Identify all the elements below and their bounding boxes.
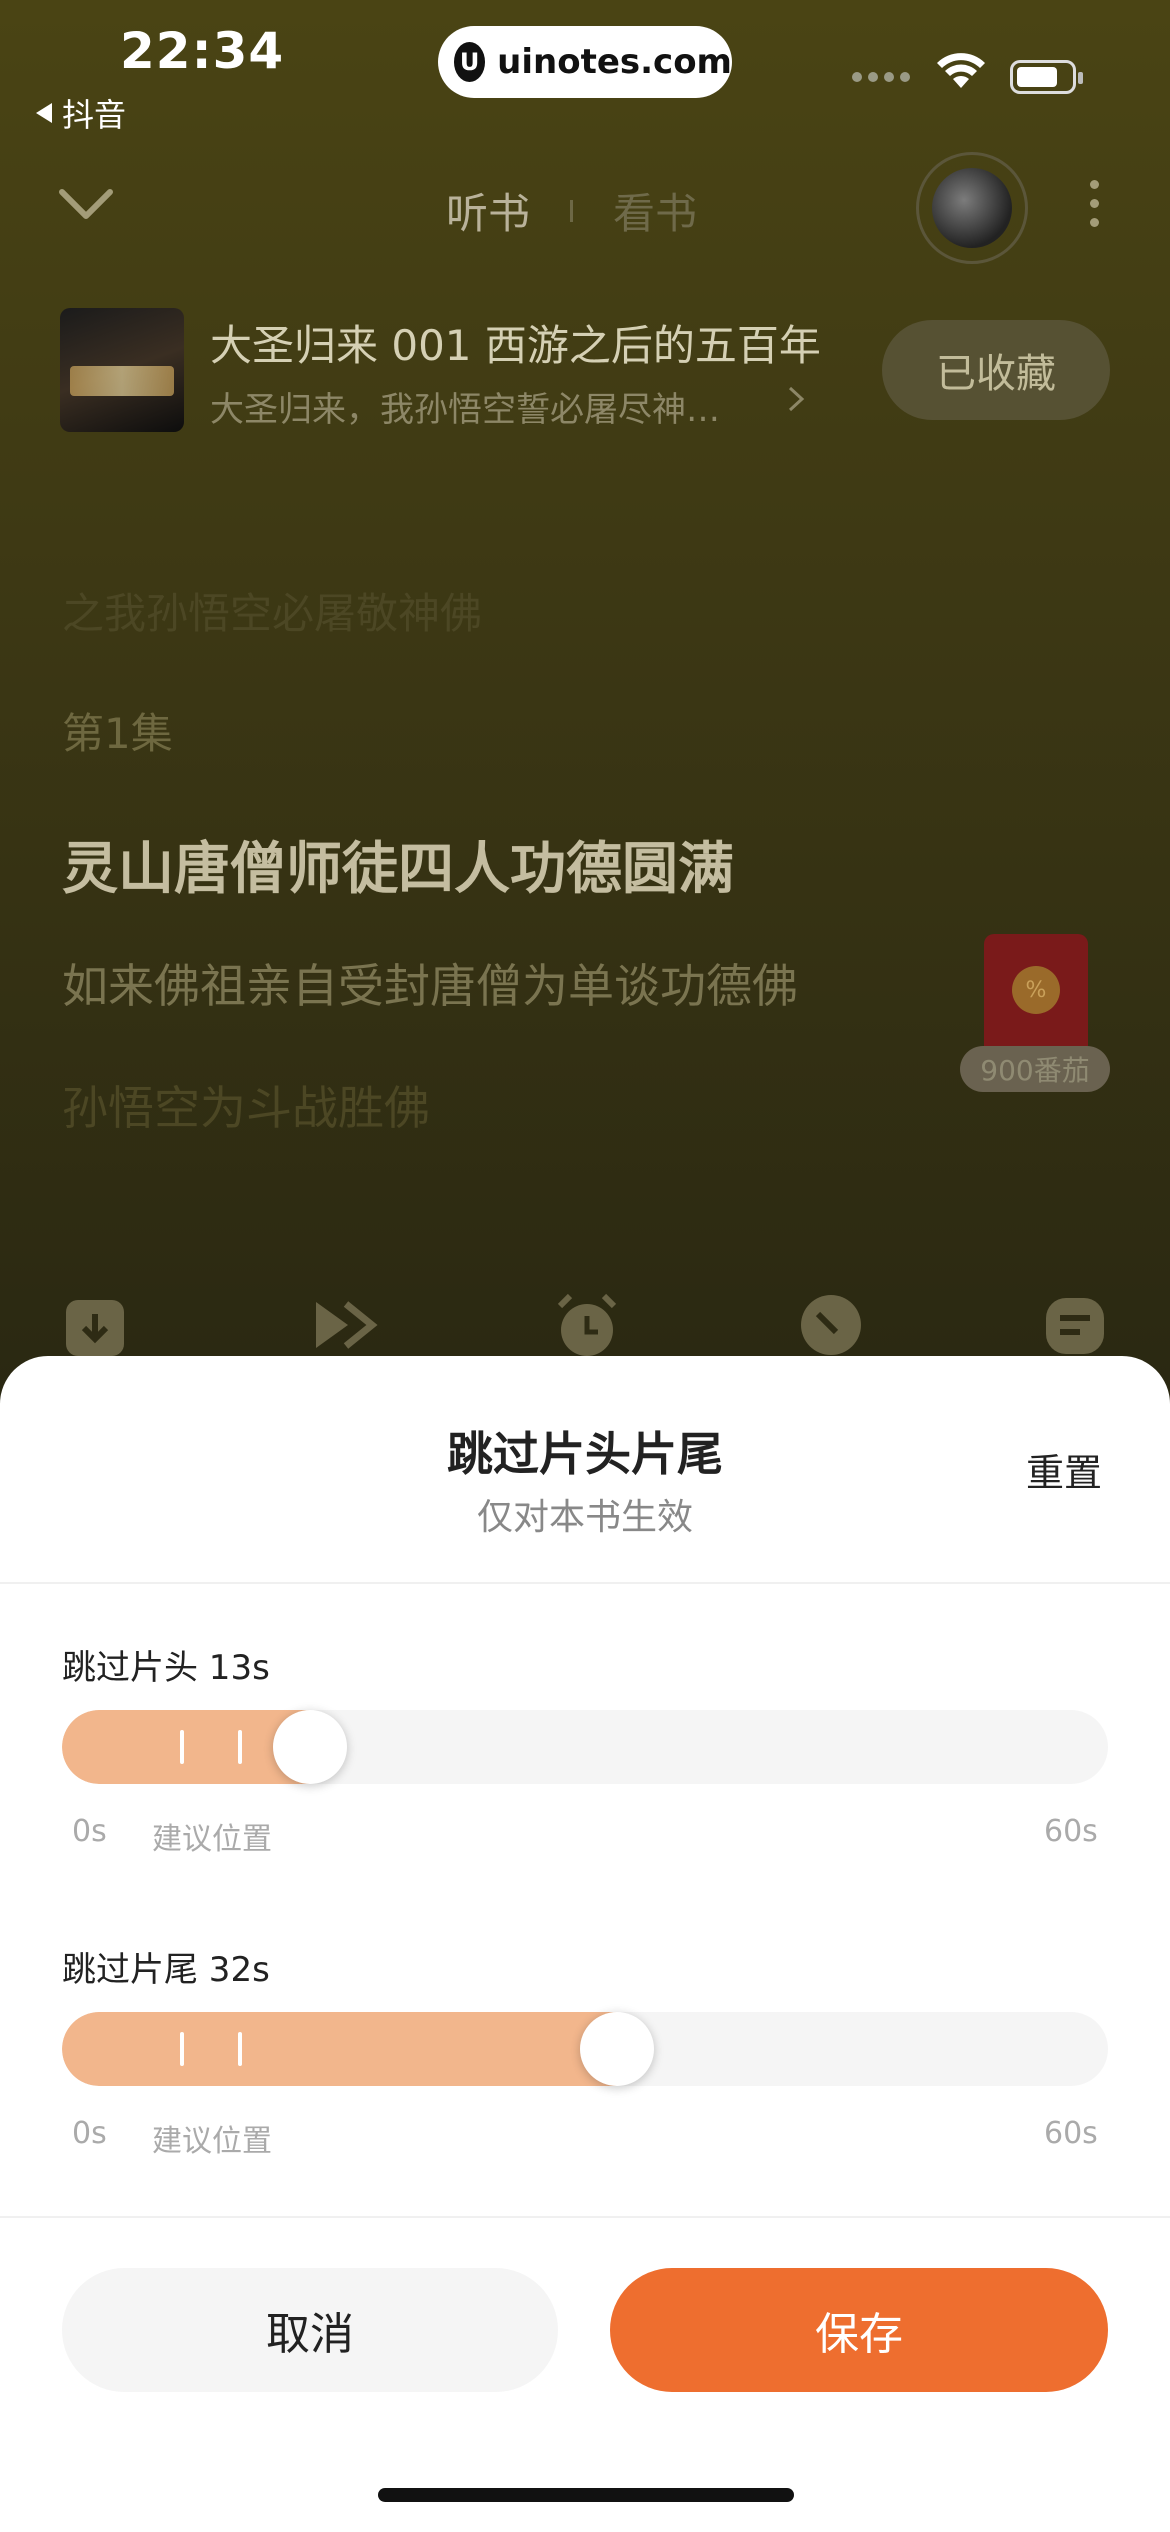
- cancel-button[interactable]: 取消: [62, 2268, 558, 2392]
- collapse-chevron-down-icon[interactable]: [56, 176, 116, 236]
- suggested-tick: [180, 2032, 184, 2066]
- intro-slider[interactable]: [62, 1710, 1108, 1784]
- book-cover[interactable]: [60, 308, 184, 432]
- status-time: 22:34: [120, 22, 285, 80]
- battery-icon: [1010, 60, 1083, 94]
- book-title: 大圣归来 001 西游之后的五百年: [210, 321, 821, 370]
- intro-slider-thumb[interactable]: [272, 1710, 347, 1784]
- sheet-subtitle: 仅对本书生效: [476, 1497, 693, 1538]
- collect-button[interactable]: 已收藏: [882, 320, 1110, 420]
- home-indicator: [378, 2488, 794, 2502]
- outro-min-label: 0s: [72, 2116, 107, 2151]
- lyric-line-current: 灵山唐僧师徒四人功德圆满: [62, 837, 734, 902]
- back-app-label: 抖音: [62, 96, 127, 134]
- cellular-signal-icon: [852, 72, 910, 82]
- wifi-icon: [937, 53, 985, 88]
- speed-icon[interactable]: [796, 1290, 866, 1360]
- skip-intro-outro-sheet: 跳过片头片尾 仅对本书生效 重置 跳过片头 13s 0s 建议位置 60s 跳过…: [0, 1356, 1170, 2532]
- outro-max-label: 60s: [1044, 2116, 1098, 2151]
- save-button[interactable]: 保存: [610, 2268, 1108, 2392]
- intro-max-label: 60s: [1044, 1814, 1098, 1849]
- back-triangle-icon: [36, 103, 52, 123]
- lyric-line: 如来佛祖亲自受封唐僧为单谈功德佛: [62, 959, 798, 1013]
- url-watermark: U uinotes.com: [438, 26, 732, 98]
- divider: [0, 2216, 1170, 2218]
- outro-slider-thumb[interactable]: [580, 2012, 655, 2086]
- lyric-line: 孙悟空为斗战胜佛: [62, 1081, 430, 1135]
- back-to-app[interactable]: 抖音: [36, 90, 126, 136]
- intro-slider-label: 跳过片头 13s: [62, 1648, 270, 1688]
- book-subtitle[interactable]: 大圣归来，我孙悟空誓必屠尽神…: [210, 382, 770, 431]
- uinotes-logo-icon: U: [454, 42, 486, 82]
- outro-suggested-label: 建议位置: [152, 2124, 272, 2159]
- suggested-tick: [238, 2032, 242, 2066]
- outro-slider-label: 跳过片尾 32s: [62, 1950, 270, 1990]
- sheet-title: 跳过片头片尾: [447, 1427, 723, 1481]
- mode-tabs: 听书 看书: [446, 180, 697, 241]
- red-packet-badge: 900番茄: [960, 1046, 1110, 1092]
- tab-listen[interactable]: 听书: [446, 180, 530, 241]
- timer-alarm-icon[interactable]: [552, 1290, 622, 1360]
- red-packet-icon[interactable]: %: [984, 934, 1088, 1058]
- suggested-tick: [180, 1730, 184, 1764]
- skip-intro-icon[interactable]: [308, 1290, 378, 1360]
- suggested-tick: [238, 1730, 242, 1764]
- outro-slider-fill: [62, 2012, 618, 2086]
- chevron-right-icon[interactable]: [784, 384, 808, 414]
- lyric-line: 之我孙悟空必屠敬神佛: [62, 589, 483, 638]
- download-icon[interactable]: [60, 1290, 130, 1360]
- lyric-line: 第1集: [62, 709, 173, 758]
- intro-suggested-label: 建议位置: [152, 1822, 272, 1857]
- tab-read[interactable]: 看书: [613, 180, 697, 241]
- narrator-avatar[interactable]: [916, 152, 1028, 264]
- divider: [0, 1582, 1170, 1584]
- chapter-list-icon[interactable]: [1040, 1290, 1110, 1360]
- intro-min-label: 0s: [72, 1814, 107, 1849]
- reset-button[interactable]: 重置: [1026, 1442, 1102, 1497]
- more-options-icon[interactable]: [1090, 180, 1099, 227]
- url-text: uinotes.com: [497, 42, 732, 82]
- tab-divider: [570, 199, 574, 222]
